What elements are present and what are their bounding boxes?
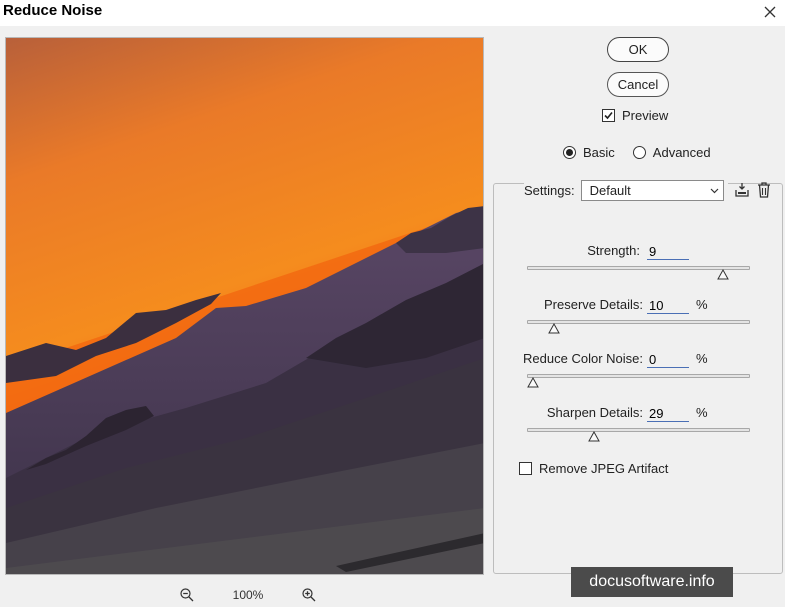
delete-preset-button[interactable] [755, 181, 773, 199]
chevron-down-icon [710, 188, 719, 193]
settings-dropdown[interactable]: Default [580, 180, 724, 201]
preserve-details-label: Preserve Details: [544, 297, 643, 312]
zoom-in-icon [302, 588, 316, 602]
mode-advanced[interactable]: Advanced [632, 145, 711, 160]
sharpen-details-input[interactable] [647, 405, 689, 422]
preview-image [6, 38, 483, 574]
reduce-color-noise-slider-thumb[interactable] [527, 377, 539, 388]
settings-label: Settings: [524, 183, 575, 198]
preview-checkbox[interactable] [602, 109, 615, 122]
zoom-level: 100% [232, 588, 264, 602]
sharpen-details-slider-thumb[interactable] [588, 431, 601, 442]
dialog-title: Reduce Noise [3, 2, 103, 19]
ok-button[interactable]: OK [607, 37, 669, 62]
reduce-color-noise-input[interactable] [647, 351, 689, 368]
zoom-out-button[interactable] [178, 586, 196, 604]
trash-icon [758, 182, 770, 198]
radio-selected-dot [566, 149, 573, 156]
zoom-controls: 100% [178, 585, 318, 605]
sharpen-details-label: Sharpen Details: [546, 405, 643, 420]
preserve-details-unit: % [696, 297, 708, 312]
preserve-details-input[interactable] [647, 297, 689, 314]
save-preset-icon [735, 183, 749, 197]
reduce-color-noise-unit: % [696, 351, 708, 366]
sharpen-details-unit: % [696, 405, 708, 420]
sharpen-details-slider-track[interactable] [527, 428, 750, 432]
remove-jpeg-artifact-toggle[interactable]: Remove JPEG Artifact [519, 461, 668, 476]
remove-jpeg-artifact-checkbox[interactable] [519, 462, 532, 475]
mode-selector: Basic Advanced [563, 145, 711, 160]
remove-jpeg-artifact-label: Remove JPEG Artifact [539, 461, 669, 476]
settings-row: Settings: Default [524, 180, 728, 201]
close-button[interactable] [755, 0, 785, 24]
preview-toggle[interactable]: Preview [602, 108, 668, 123]
strength-slider-thumb[interactable] [717, 269, 729, 280]
advanced-radio[interactable] [632, 146, 646, 159]
image-preview[interactable] [5, 37, 484, 575]
preserve-details-slider-thumb[interactable] [548, 323, 560, 334]
zoom-in-button[interactable] [300, 586, 318, 604]
preserve-details-slider-track[interactable] [527, 320, 750, 324]
reduce-color-noise-slider-track[interactable] [527, 374, 750, 378]
settings-value: Default [589, 183, 631, 198]
basic-radio[interactable] [563, 146, 576, 159]
zoom-out-icon [180, 588, 194, 602]
strength-input[interactable] [647, 243, 689, 260]
cancel-button[interactable]: Cancel [607, 72, 669, 97]
checkmark-icon [604, 111, 613, 120]
reduce-color-noise-label: Reduce Color Noise: [523, 351, 643, 366]
save-preset-button[interactable] [733, 181, 751, 199]
basic-label: Basic [583, 145, 615, 160]
title-bar: Reduce Noise [0, 0, 785, 26]
mode-basic[interactable]: Basic [563, 145, 615, 160]
strength-label: Strength: [587, 243, 640, 258]
watermark: docusoftware.info [571, 567, 733, 597]
advanced-label: Advanced [652, 145, 711, 160]
preview-label: Preview [622, 108, 669, 123]
close-icon [764, 6, 776, 18]
